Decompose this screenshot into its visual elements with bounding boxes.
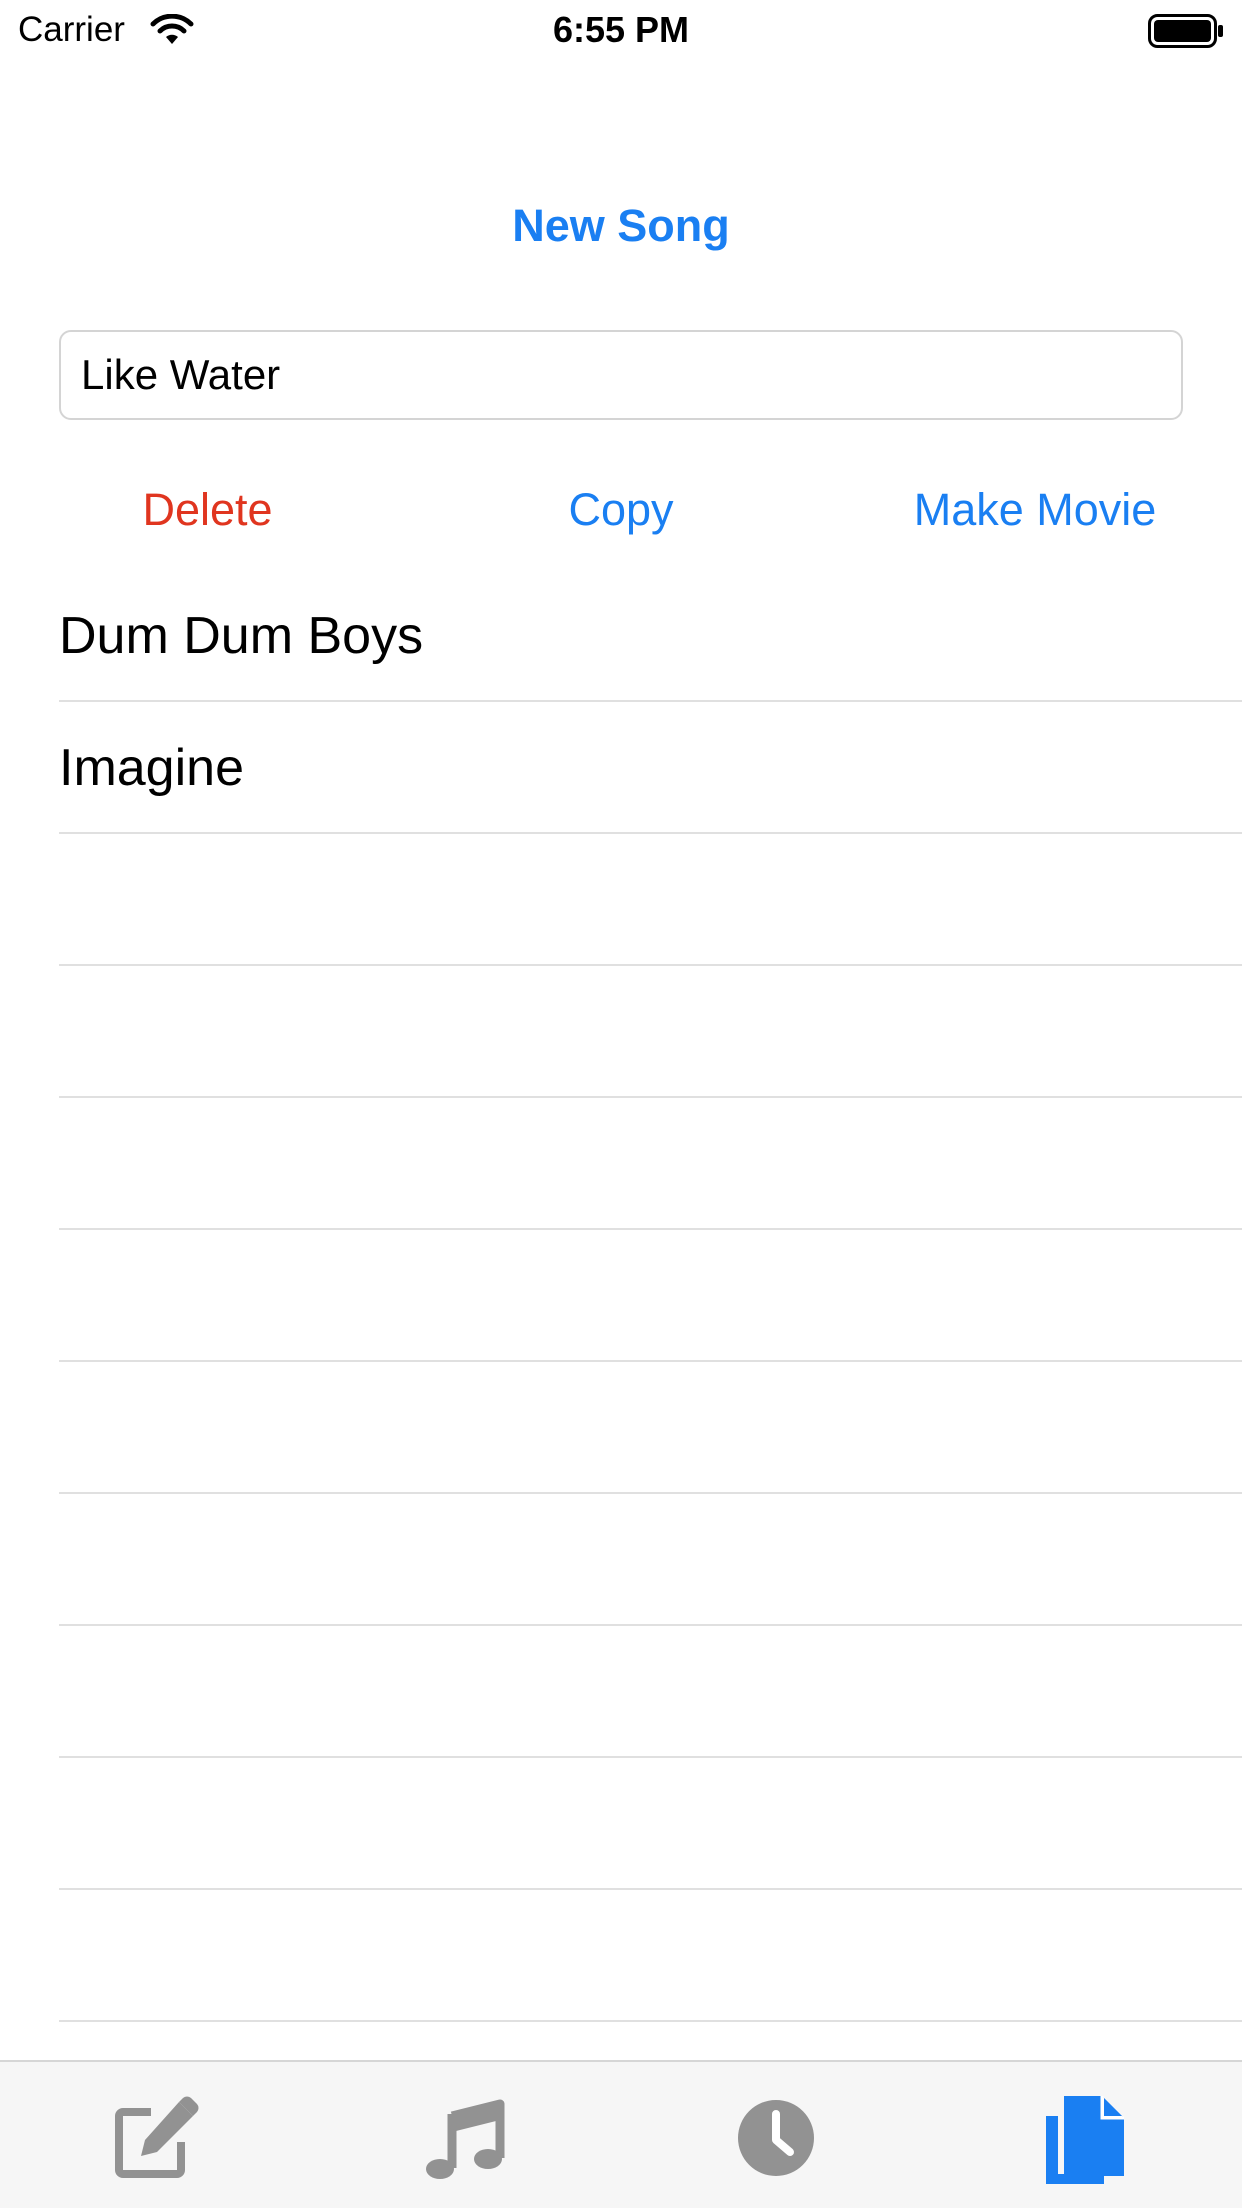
list-item[interactable] [59,1230,1242,1362]
list-item[interactable] [59,834,1242,966]
list-item[interactable] [59,1758,1242,1890]
make-movie-button[interactable]: Make Movie [900,480,1170,540]
song-name-input[interactable] [59,330,1183,420]
list-item[interactable]: Imagine [59,702,1242,834]
documents-icon [1038,2090,1134,2186]
tab-bar [0,2060,1242,2208]
status-bar: Carrier 6:55 PM [0,0,1242,60]
list-item[interactable] [59,1626,1242,1758]
tab-recent[interactable] [728,2090,824,2186]
page-title: New Song [512,200,730,251]
list-item[interactable] [59,966,1242,1098]
edit-icon [107,2090,203,2186]
list-item[interactable] [59,1494,1242,1626]
list-item-title: Dum Dum Boys [59,607,424,665]
tab-songs[interactable] [418,2090,514,2186]
song-list: Dum Dum Boys Imagine [0,570,1242,2022]
battery-icon [1148,14,1224,48]
clock-icon [728,2090,824,2186]
status-time: 6:55 PM [552,9,690,50]
list-item[interactable]: Dum Dum Boys [59,570,1242,702]
list-item[interactable] [59,1890,1242,2022]
music-note-icon [418,2090,514,2186]
list-item[interactable] [59,1098,1242,1230]
tab-documents[interactable] [1038,2090,1134,2186]
copy-button[interactable]: Copy [521,480,721,540]
tab-edit[interactable] [107,2090,203,2186]
list-item[interactable] [59,1362,1242,1494]
list-item-title: Imagine [59,739,244,797]
delete-button[interactable]: Delete [100,480,315,540]
